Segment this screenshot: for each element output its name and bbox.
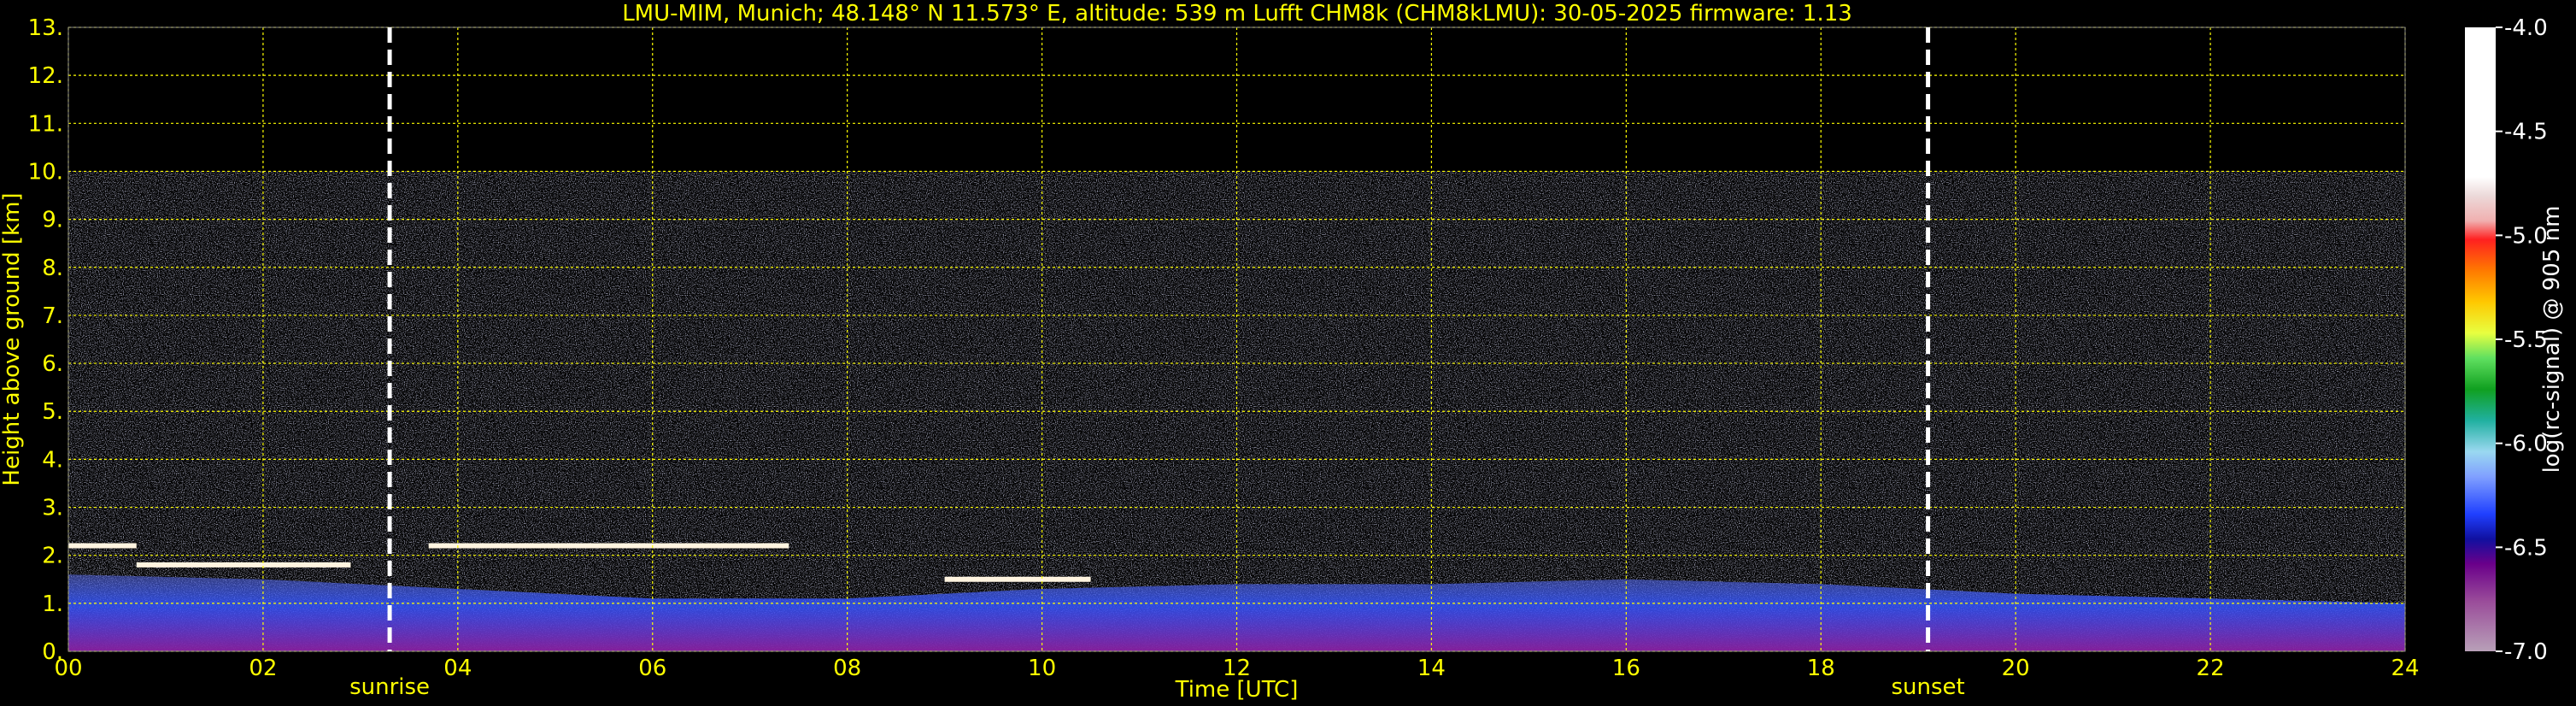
y-tick-label: 11. <box>28 111 63 137</box>
colorbar-tick-label: -4.5 <box>2504 120 2548 145</box>
x-tick-label: 18 <box>1807 656 1835 681</box>
colorbar-tick-label: -7.0 <box>2504 639 2548 665</box>
x-tick-label: 20 <box>2002 656 2030 681</box>
y-axis-label: Height above ground [km] <box>0 192 25 485</box>
y-tick-label: 12. <box>28 63 63 89</box>
colorbar-tick-label: -6.5 <box>2504 535 2548 561</box>
x-tick-label: 22 <box>2197 656 2225 681</box>
y-tick-label: 0. <box>42 639 63 665</box>
y-tick-label: 5. <box>42 399 63 425</box>
colorbar-gradient <box>2465 27 2496 651</box>
colorbar: -4.0-4.5-5.0-5.5-6.0-6.5-7.0 log(rc-sign… <box>2465 15 2565 665</box>
x-tick-label: 06 <box>638 656 666 681</box>
colorbar-tick-label: -4.0 <box>2504 15 2548 41</box>
sunrise-label: sunrise <box>349 674 430 700</box>
x-tick-label: 16 <box>1612 656 1640 681</box>
y-tick-label: 13. <box>28 15 63 41</box>
y-tick-label: 2. <box>42 544 63 569</box>
y-tick-label: 6. <box>42 351 63 377</box>
x-axis-label: Time [UTC] <box>1175 677 1299 703</box>
x-tick-label: 24 <box>2391 656 2419 681</box>
y-tick-label: 8. <box>42 256 63 281</box>
plot-area: sunrise sunset <box>67 26 2406 700</box>
y-tick-label: 9. <box>42 208 63 233</box>
y-tick-label: 1. <box>42 591 63 617</box>
x-tick-label: 08 <box>833 656 861 681</box>
x-tick-label: 02 <box>249 656 277 681</box>
y-tick-label: 4. <box>42 447 63 473</box>
y-tick-label: 10. <box>28 159 63 185</box>
y-axis-ticks: 0. 1. 2. 3. 4. 5. 6. 7. 8. 9. 10. 11. 12. 13. <box>28 15 63 665</box>
ceilometer-chart: LMU-MIM, Munich; 48.148° N 11.573° E, al… <box>0 1 2565 703</box>
x-tick-label: 10 <box>1028 656 1056 681</box>
chart-title: LMU-MIM, Munich; 48.148° N 11.573° E, al… <box>622 1 1852 26</box>
x-tick-label: 14 <box>1417 656 1446 681</box>
x-tick-label: 04 <box>443 656 472 681</box>
y-tick-label: 7. <box>42 303 63 329</box>
sunset-label: sunset <box>1891 674 1964 700</box>
y-tick-label: 3. <box>42 496 63 521</box>
colorbar-label: log(rc-signal) @ 905 nm <box>2539 206 2565 474</box>
